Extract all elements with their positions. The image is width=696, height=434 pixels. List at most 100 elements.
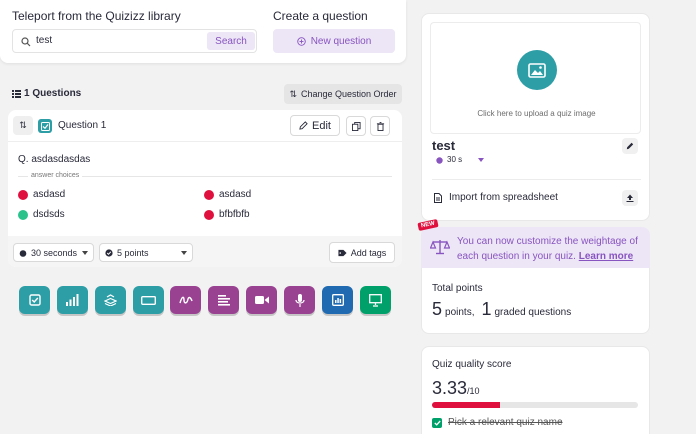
quality-title: Quiz quality score bbox=[432, 359, 512, 370]
quiz-time-select[interactable]: 30 s bbox=[436, 155, 485, 164]
graded-value: 1 bbox=[481, 299, 492, 319]
question-type-reorder[interactable] bbox=[95, 286, 126, 314]
change-question-order-button[interactable]: ⇅ Change Question Order bbox=[284, 84, 402, 104]
blank-box-icon bbox=[141, 295, 156, 305]
upload-spreadsheet-button[interactable] bbox=[622, 190, 638, 206]
check-circle-icon bbox=[105, 248, 113, 257]
answer-option: asdasd bbox=[204, 189, 251, 200]
checklist-item: Pick a relevant quiz name bbox=[432, 417, 563, 428]
quiz-settings-card: Click here to upload a quiz image test 3… bbox=[421, 13, 650, 221]
search-input[interactable]: test bbox=[36, 35, 52, 46]
text-lines-icon bbox=[217, 294, 230, 306]
answer-option: bfbfbfb bbox=[204, 209, 250, 220]
points-value: 5 bbox=[432, 299, 443, 319]
quiz-time-value: 30 s bbox=[447, 155, 463, 164]
chevron-down-icon bbox=[82, 251, 88, 255]
copy-icon bbox=[351, 121, 361, 131]
draw-icon bbox=[178, 296, 193, 304]
duplicate-button[interactable] bbox=[346, 116, 366, 136]
points-unit: points, bbox=[445, 307, 475, 318]
scale-icon bbox=[430, 240, 450, 255]
chevron-down-icon bbox=[181, 251, 187, 255]
timer-icon bbox=[436, 156, 443, 164]
search-button[interactable]: Search bbox=[207, 32, 255, 50]
spreadsheet-icon bbox=[434, 192, 442, 203]
question-type-open-ended[interactable] bbox=[208, 286, 239, 314]
import-label: Import from spreadsheet bbox=[449, 192, 558, 203]
question-type-video-response[interactable] bbox=[246, 286, 277, 314]
question-type-fill-in-blank[interactable] bbox=[133, 286, 164, 314]
question-type-interactive-slide[interactable] bbox=[360, 286, 391, 314]
add-tags-button[interactable]: Add tags bbox=[329, 242, 395, 263]
delete-button[interactable] bbox=[370, 116, 390, 136]
quality-progress-track bbox=[432, 402, 638, 408]
incorrect-dot bbox=[204, 209, 214, 220]
upload-icon bbox=[626, 194, 634, 202]
question-type-multiple-choice[interactable] bbox=[19, 286, 50, 314]
bar-chart-icon bbox=[66, 294, 79, 306]
total-points-title: Total points bbox=[432, 283, 483, 294]
question-type-poll[interactable] bbox=[57, 286, 88, 314]
answer-option: dsdsds bbox=[18, 209, 65, 220]
answer-text: dsdsds bbox=[33, 209, 65, 220]
graded-unit: graded questions bbox=[494, 307, 572, 318]
correct-dot bbox=[18, 209, 28, 220]
library-search-box[interactable]: test Search bbox=[12, 29, 257, 53]
new-badge: NEW bbox=[417, 219, 439, 231]
score-value: 3.33 bbox=[432, 378, 468, 398]
answer-text: asdasd bbox=[33, 189, 66, 200]
question-type-audio-response[interactable] bbox=[284, 286, 315, 314]
list-icon bbox=[12, 89, 21, 98]
incorrect-dot bbox=[204, 189, 214, 200]
quiz-name: test bbox=[432, 138, 456, 153]
checkbox-icon bbox=[28, 294, 41, 306]
learn-more-link[interactable]: Learn more bbox=[579, 251, 633, 262]
create-question-title: Create a question bbox=[273, 9, 368, 23]
quality-score: 3.33 /10 bbox=[432, 378, 480, 399]
new-question-label: New question bbox=[310, 35, 372, 47]
image-upload-circle bbox=[517, 50, 557, 90]
checkbox-icon bbox=[40, 121, 50, 131]
time-select[interactable]: 30 seconds bbox=[13, 243, 94, 262]
score-denominator: /10 bbox=[467, 386, 480, 396]
add-tags-label: Add tags bbox=[350, 247, 387, 258]
change-order-label: Change Question Order bbox=[300, 89, 397, 99]
video-icon bbox=[254, 296, 269, 304]
slide-icon bbox=[331, 294, 344, 306]
checkbox-checked-icon bbox=[432, 417, 442, 428]
edit-button[interactable]: Edit bbox=[290, 115, 340, 136]
drag-handle[interactable]: ⇅ bbox=[13, 116, 33, 135]
quality-progress-fill bbox=[432, 402, 500, 408]
image-icon bbox=[528, 62, 546, 78]
answer-text: bfbfbfb bbox=[219, 209, 250, 220]
settings-divider bbox=[432, 179, 641, 180]
new-question-button[interactable]: New question bbox=[273, 29, 395, 53]
incorrect-dot bbox=[18, 189, 28, 200]
plus-circle-icon bbox=[296, 36, 306, 46]
total-points-summary: 5 points, 1 graded questions bbox=[432, 299, 571, 320]
edit-label: Edit bbox=[312, 119, 331, 132]
questions-count-label: 1 Questions bbox=[24, 88, 82, 99]
library-title: Teleport from the Quizizz library bbox=[12, 9, 181, 23]
microphone-icon bbox=[294, 293, 305, 307]
question-label: Question 1 bbox=[58, 120, 107, 131]
questions-count: 1 Questions bbox=[12, 88, 81, 99]
question-type-draw[interactable] bbox=[170, 286, 201, 314]
promo-text: You can now customize the weightage of e… bbox=[457, 234, 645, 264]
checklist-label: Pick a relevant quiz name bbox=[448, 417, 563, 428]
timer-icon bbox=[19, 249, 27, 257]
answer-option: asdasd bbox=[18, 189, 65, 200]
library-card: Teleport from the Quizizz library test S… bbox=[0, 0, 406, 63]
upload-text: Click here to upload a quiz image bbox=[477, 109, 596, 118]
sort-icon: ⇅ bbox=[289, 88, 297, 99]
weightage-promo: NEW You can now customize the weightage … bbox=[417, 219, 650, 268]
trash-icon bbox=[376, 121, 384, 131]
edit-quiz-name-button[interactable] bbox=[622, 138, 638, 154]
points-select[interactable]: 5 points bbox=[99, 243, 193, 262]
presentation-icon bbox=[369, 293, 382, 307]
import-spreadsheet[interactable]: Import from spreadsheet bbox=[434, 192, 558, 203]
image-upload-area[interactable]: Click here to upload a quiz image bbox=[430, 22, 641, 134]
points-select-value: 5 points bbox=[117, 247, 149, 258]
answer-text: asdasd bbox=[219, 189, 252, 200]
question-type-slide[interactable] bbox=[322, 286, 353, 314]
